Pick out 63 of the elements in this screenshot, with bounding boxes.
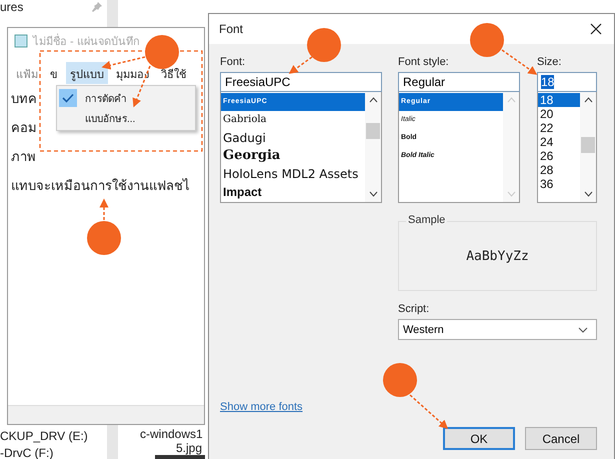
dialog-button[interactable]: Cancel (525, 427, 597, 450)
menu-item[interactable]: วิธีใช้ (157, 62, 190, 84)
list-item[interactable]: Impact (221, 183, 365, 201)
scroll-thumb[interactable] (366, 123, 380, 139)
menu-item[interactable]: แฟ้ม (12, 62, 42, 84)
field-label: Font style: (398, 56, 449, 70)
font-style-field[interactable]: Regular (398, 72, 520, 92)
notepad-icon (14, 34, 28, 48)
group-label: Sample (406, 214, 448, 226)
list-item[interactable]: Gadugi (221, 129, 365, 147)
checkmark-icon (59, 89, 77, 107)
chevron-down-icon[interactable] (368, 191, 378, 197)
list-item[interactable]: 20 (538, 107, 580, 121)
dashed-arrow (288, 56, 312, 74)
script-dropdown[interactable]: Western (398, 319, 597, 340)
list-item[interactable]: 26 (538, 149, 580, 163)
scroll-thumb[interactable] (581, 137, 595, 153)
sample-text: AaBbYyZz (466, 248, 529, 264)
callout-circle (307, 28, 341, 62)
list-item[interactable]: 22 (538, 121, 580, 135)
dialog-button[interactable]: OK (443, 427, 515, 450)
text-line: บทค (11, 90, 37, 108)
window-title: ไม่มีชื่อ - แผ่นจดบันทึก (33, 32, 140, 50)
font-size-field[interactable]: 18 (537, 72, 597, 92)
menu-item[interactable]: รูปแบบ (66, 62, 108, 84)
menu-item[interactable]: มุมมอง (112, 62, 153, 84)
window-title: Font (219, 22, 244, 36)
field-label: Size: (537, 56, 562, 70)
dashed-arrow (410, 394, 448, 429)
callout-circle (87, 221, 121, 255)
chevron-up-icon[interactable] (368, 97, 378, 103)
list-item[interactable]: 18 (538, 93, 580, 107)
callout-circle (470, 23, 504, 57)
menu-item[interactable]: การตัดคำ (59, 88, 193, 108)
text-line: ภาพ (11, 148, 36, 166)
sidebar-item[interactable]: ures (0, 0, 24, 14)
sidebar-item[interactable]: CKUP_DRV (E:) (0, 429, 88, 443)
pin-icon (92, 2, 102, 12)
list-item[interactable]: 24 (538, 135, 580, 149)
photo-placeholder (155, 455, 205, 459)
chevron-down-icon[interactable] (584, 191, 592, 197)
field-label: Font: (220, 56, 246, 70)
callout-circle (145, 35, 179, 69)
dashed-arrow (502, 49, 538, 75)
menu-item[interactable]: ข (46, 62, 62, 84)
text-line: คอม (11, 119, 37, 137)
list-item[interactable]: Gabriola (221, 111, 365, 129)
chevron-down-icon (578, 326, 588, 332)
file-name[interactable]: c-windows1 (140, 427, 203, 441)
file-name[interactable]: 5.jpg (176, 441, 202, 455)
show-more-fonts-link[interactable]: Show more fonts (220, 401, 398, 413)
list-item[interactable]: Georgia (221, 147, 365, 165)
chevron-up-icon[interactable] (584, 97, 592, 103)
list-item[interactable]: 28 (538, 163, 580, 177)
font-name-field[interactable]: FreesiaUPC (220, 72, 382, 92)
close-icon[interactable] (590, 23, 602, 35)
dashed-arrow (100, 198, 108, 220)
callout-circle (383, 363, 417, 397)
list-item[interactable]: HoloLens MDL2 Assets (221, 165, 365, 183)
text-line: แทบจะเหมือนการใช้งานแฟลชไ (11, 177, 190, 195)
field-label: Script: (398, 303, 430, 317)
list-item[interactable]: 36 (538, 177, 580, 191)
menu-item[interactable]: แบบอักษร... (59, 108, 193, 128)
